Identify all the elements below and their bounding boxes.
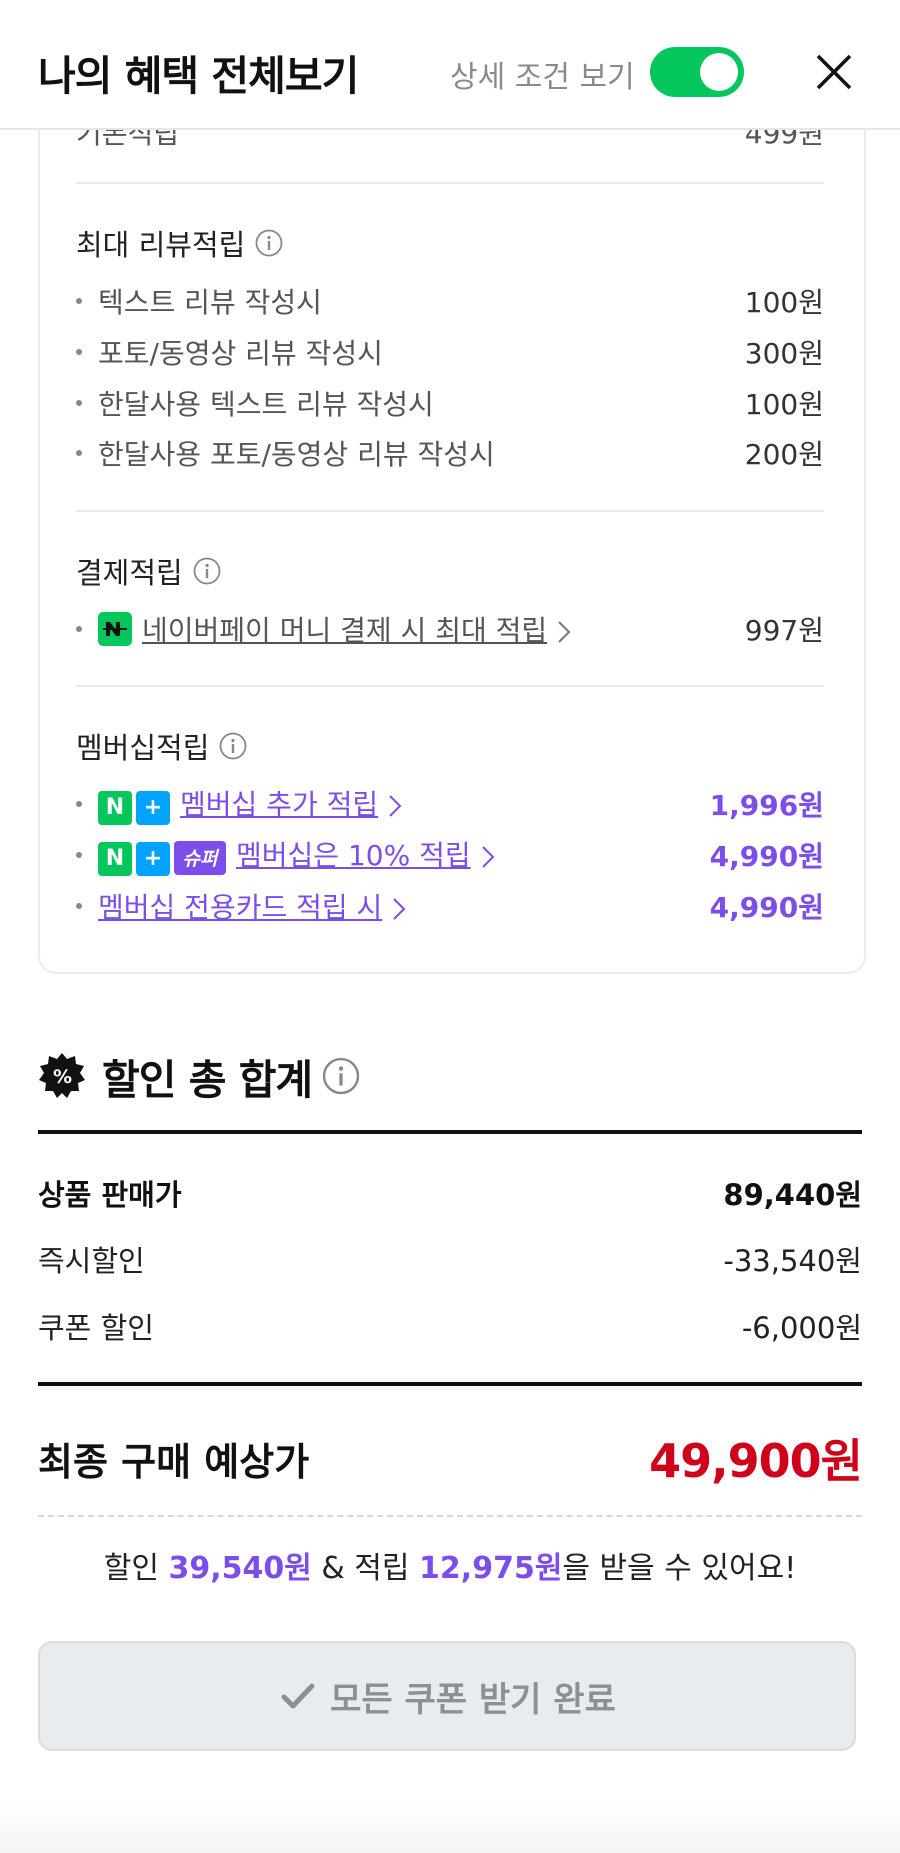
membership-row[interactable]: N + 슈퍼 멤버십은 10% 적립 4,990원	[76, 835, 824, 876]
divider	[76, 510, 824, 512]
info-icon[interactable]	[193, 557, 221, 585]
coupon-complete-button[interactable]: 모든 쿠폰 받기 완료	[38, 1641, 856, 1751]
divider	[76, 182, 824, 184]
review-section-title: 최대 리뷰적립	[76, 222, 283, 264]
chevron-right-icon	[558, 621, 571, 643]
discount-title: % 할인 총 합계	[38, 1046, 360, 1106]
membership-row[interactable]: N + 멤버십 추가 적립 1,996원	[76, 784, 824, 825]
membership-10pct-link[interactable]: 멤버십은 10% 적립	[236, 839, 471, 872]
check-icon	[281, 1683, 315, 1709]
page-title: 나의 혜택 전체보기	[38, 52, 359, 100]
chevron-right-icon	[481, 846, 495, 868]
close-icon[interactable]	[810, 48, 858, 96]
detail-toggle-label: 상세 조건 보기	[450, 60, 635, 95]
membership-section-title: 멤버십적립	[76, 725, 247, 767]
price-row: 상품 판매가 89,440원	[38, 1178, 862, 1212]
divider-thick	[38, 1382, 862, 1386]
bottom-area	[0, 1800, 900, 1853]
instant-discount-row: 즉시할인 -33,540원	[38, 1244, 862, 1278]
membership-extra-link[interactable]: 멤버십 추가 적립	[180, 788, 378, 821]
benefit-summary: 할인 39,540원 & 적립 12,975원을 받을 수 있어요!	[103, 1551, 797, 1586]
final-price: 49,900원	[649, 1434, 863, 1488]
plus-badge: +	[136, 790, 170, 825]
review-row: 포토/동영상 리뷰 작성시 300원	[76, 332, 824, 372]
membership-card-link[interactable]: 멤버십 전용카드 적립 시	[98, 891, 382, 924]
review-row: 한달사용 포토/동영상 리뷰 작성시 200원	[76, 433, 824, 473]
membership-row[interactable]: 멤버십 전용카드 적립 시 4,990원	[76, 886, 824, 926]
chevron-right-icon	[393, 898, 406, 920]
dashed-divider	[38, 1515, 862, 1517]
detail-toggle[interactable]	[650, 47, 744, 97]
info-icon[interactable]	[322, 1057, 360, 1095]
super-badge: 슈퍼	[174, 840, 226, 875]
svg-text:%: %	[53, 1066, 72, 1088]
final-price-row: 최종 구매 예상가 49,900원	[38, 1425, 863, 1491]
toggle-knob	[700, 53, 738, 91]
review-row: 한달사용 텍스트 리뷰 작성시 100원	[76, 383, 824, 423]
coupon-discount-row: 쿠폰 할인 -6,000원	[38, 1311, 862, 1345]
naver-n-badge: N	[98, 790, 132, 825]
naver-n-badge: N	[98, 841, 132, 876]
chevron-right-icon	[389, 795, 402, 817]
info-icon[interactable]	[255, 229, 283, 257]
plus-badge: +	[136, 841, 170, 876]
info-icon[interactable]	[219, 732, 247, 760]
divider	[76, 685, 824, 687]
naverpay-link[interactable]: 네이버페이 머니 결제 시 최대 적립	[142, 614, 547, 647]
header: 나의 혜택 전체보기 상세 조건 보기	[0, 0, 900, 130]
divider-thick	[38, 1130, 862, 1134]
payment-section-title: 결제적립	[76, 550, 221, 592]
naverpay-icon	[98, 612, 132, 646]
review-row: 텍스트 리뷰 작성시 100원	[76, 281, 824, 321]
payment-row[interactable]: 네이버페이 머니 결제 시 최대 적립 997원	[76, 609, 824, 649]
percent-badge-icon: %	[39, 1053, 85, 1098]
